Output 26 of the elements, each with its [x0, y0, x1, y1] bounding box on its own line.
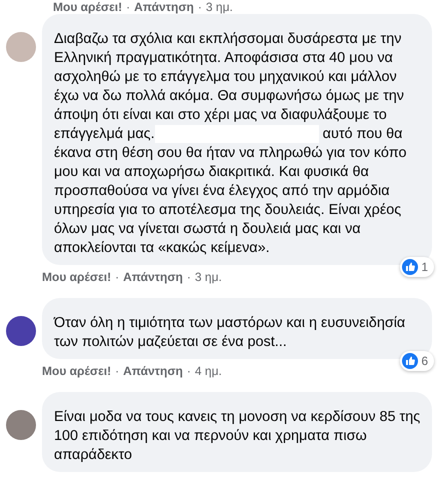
action-link[interactable]: Μου αρέσει! — [42, 364, 112, 378]
separator: · — [186, 364, 191, 378]
thumbs-up-icon — [402, 259, 418, 275]
avatar[interactable] — [6, 410, 36, 440]
timestamp[interactable]: 3 ημ. — [194, 270, 222, 284]
action-link[interactable]: Απάντηση — [123, 270, 183, 284]
action-link[interactable]: Μου αρέσει! — [53, 0, 122, 14]
thumbs-up-icon — [402, 353, 418, 369]
comment-text: Όταν όλη η τιμιότητα των μαστόρων και η ευσυνειδησία των πολιτών μαζεύεται σε ένα post... — [54, 314, 406, 352]
action-link[interactable]: Απάντηση — [134, 0, 194, 14]
reaction-count: 1 — [421, 260, 428, 274]
reaction-badge[interactable]: 6 — [400, 351, 434, 371]
timestamp[interactable]: 4 ημ. — [194, 364, 222, 378]
avatar[interactable] — [6, 316, 36, 346]
action-link[interactable]: Μου αρέσει! — [42, 270, 112, 284]
separator: · — [198, 0, 202, 14]
separator: · — [115, 364, 120, 378]
reaction-count: 6 — [421, 354, 428, 368]
timestamp[interactable]: 3 ημ. — [206, 0, 233, 14]
action-link[interactable]: Απάντηση — [123, 364, 183, 378]
separator: · — [186, 270, 191, 284]
comment-text: Είναι μοδα να τους κανεις τη μονοση να κερδίσουν 85 της 100 επιδότηση και να περνούν και χρηματα πισω απαράδεκτο — [54, 408, 422, 465]
separator: · — [115, 270, 120, 284]
comment-text: Διαβαζω τα σχόλια και εκπλήσσομαι δυσάρεστα με την Ελληνική πραγματικότητα. Αποφάσισα στα 40 μου να ασχοληθώ με το επάγγελμα του μηχανικού και μάλλον έχω να δω πολλά ακόμα. Θα συμφωνήσω όμως με την άποψη ότι είναι και στο χέρι μας να διαφυλάξουμε το επάγγελμά μας. αυτό που θα έκανα στη θέση σου θα ήταν να πληρωθώ για τον κόπο μου και να αποχωρήσω διακριτικά. Και φυσικά θα προσπαθούσα να γίνει ένα έλεγχος από την αρμόδια υπηρεσία για το αποτέλεσμα της δουλειάς. Είναι χρέος όλων μας να γίνεται σωστά η δουλειά μας και να αποκλείονται τα «κακώς κείμενα». — [54, 30, 408, 258]
reaction-badge[interactable]: 1 — [400, 257, 434, 277]
separator: · — [126, 0, 130, 14]
